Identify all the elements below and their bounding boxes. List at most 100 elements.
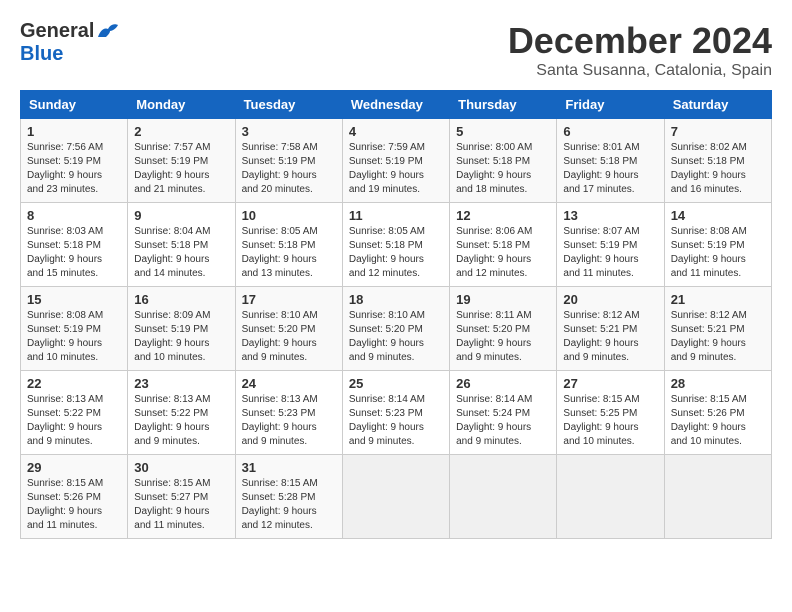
page-subtitle: Santa Susanna, Catalonia, Spain [508, 62, 772, 80]
day-number: 3 [242, 124, 336, 139]
day-number: 19 [456, 292, 550, 307]
day-number: 13 [563, 208, 657, 223]
calendar-week-4: 22 Sunrise: 8:13 AM Sunset: 5:22 PM Dayli… [21, 371, 772, 455]
title-block: December 2024 Santa Susanna, Catalonia, … [508, 20, 772, 80]
calendar-header: Sunday Monday Tuesday Wednesday Thursday… [21, 91, 772, 119]
calendar-cell-w4d6: 27Sunrise: 8:15 AM Sunset: 5:25 PM Dayli… [557, 371, 664, 455]
day-number: 30 [134, 460, 228, 475]
day-info: Sunrise: 8:04 AM Sunset: 5:18 PM Dayligh… [134, 225, 228, 281]
day-number: 11 [349, 208, 443, 223]
day-number: 1 [27, 124, 121, 139]
calendar-cell-w4d2: 23Sunrise: 8:13 AM Sunset: 5:22 PM Dayli… [128, 371, 235, 455]
page-header: General Blue December 2024 Santa Susanna… [20, 20, 772, 80]
day-info: Sunrise: 8:03 AM Sunset: 5:18 PM Dayligh… [27, 225, 121, 281]
calendar-cell-w2d7: 14 Sunrise: 8:08 AM Sunset: 5:19 PM Dayli… [664, 203, 771, 287]
day-info: Sunrise: 8:05 AM Sunset: 5:18 PM Dayligh… [349, 225, 443, 281]
calendar-cell-w3d1: 15 Sunrise: 8:08 AM Sunset: 5:19 PM Dayli… [21, 287, 128, 371]
day-number: 25 [349, 376, 443, 391]
logo-blue-text: Blue [20, 43, 118, 66]
calendar-cell-w2d6: 13 Sunrise: 8:07 AM Sunset: 5:19 PM Dayli… [557, 203, 664, 287]
day-number: 5 [456, 124, 550, 139]
calendar-cell-w4d4: 25 Sunrise: 8:14 AM Sunset: 5:23 PM Dayli… [342, 371, 449, 455]
day-info: Sunrise: 8:11 AM Sunset: 5:20 PM Dayligh… [456, 309, 550, 365]
day-number: 29 [27, 460, 121, 475]
logo-general-text: General [20, 20, 94, 43]
calendar-cell-w3d4: 18 Sunrise: 8:10 AM Sunset: 5:20 PM Dayli… [342, 287, 449, 371]
calendar-cell-w4d3: 24Sunrise: 8:13 AM Sunset: 5:23 PM Dayli… [235, 371, 342, 455]
calendar-cell-w5d5 [450, 455, 557, 539]
calendar-cell-w2d1: 8 Sunrise: 8:03 AM Sunset: 5:18 PM Daylig… [21, 203, 128, 287]
day-number: 21 [671, 292, 765, 307]
day-number: 8 [27, 208, 121, 223]
calendar-week-2: 8 Sunrise: 8:03 AM Sunset: 5:18 PM Daylig… [21, 203, 772, 287]
calendar-cell-w3d6: 20Sunrise: 8:12 AM Sunset: 5:21 PM Dayli… [557, 287, 664, 371]
day-info: Sunrise: 8:10 AM Sunset: 5:20 PM Dayligh… [349, 309, 443, 365]
day-number: 22 [27, 376, 121, 391]
day-number: 23 [134, 376, 228, 391]
day-info: Sunrise: 8:12 AM Sunset: 5:21 PM Dayligh… [563, 309, 657, 365]
calendar-cell-w1d5: 5 Sunrise: 8:00 AM Sunset: 5:18 PM Daylig… [450, 119, 557, 203]
day-number: 16 [134, 292, 228, 307]
page-title: December 2024 [508, 20, 772, 62]
day-number: 10 [242, 208, 336, 223]
calendar-cell-w2d2: 9 Sunrise: 8:04 AM Sunset: 5:18 PM Daylig… [128, 203, 235, 287]
day-number: 18 [349, 292, 443, 307]
day-number: 7 [671, 124, 765, 139]
day-info: Sunrise: 8:02 AM Sunset: 5:18 PM Dayligh… [671, 141, 765, 197]
day-number: 2 [134, 124, 228, 139]
day-number: 9 [134, 208, 228, 223]
calendar-body: 1 Sunrise: 7:56 AM Sunset: 5:19 PM Daylig… [21, 119, 772, 539]
col-friday: Friday [557, 91, 664, 119]
logo: General Blue [20, 20, 118, 66]
calendar-cell-w1d4: 4Sunrise: 7:59 AM Sunset: 5:19 PM Daylig… [342, 119, 449, 203]
calendar-cell-w5d7 [664, 455, 771, 539]
day-info: Sunrise: 8:15 AM Sunset: 5:26 PM Dayligh… [27, 477, 121, 533]
calendar-cell-w5d6 [557, 455, 664, 539]
day-info: Sunrise: 8:15 AM Sunset: 5:25 PM Dayligh… [563, 393, 657, 449]
day-info: Sunrise: 8:15 AM Sunset: 5:28 PM Dayligh… [242, 477, 336, 533]
day-info: Sunrise: 8:13 AM Sunset: 5:22 PM Dayligh… [27, 393, 121, 449]
header-row: Sunday Monday Tuesday Wednesday Thursday… [21, 91, 772, 119]
day-info: Sunrise: 8:12 AM Sunset: 5:21 PM Dayligh… [671, 309, 765, 365]
calendar-cell-w3d2: 16 Sunrise: 8:09 AM Sunset: 5:19 PM Dayli… [128, 287, 235, 371]
day-number: 15 [27, 292, 121, 307]
day-info: Sunrise: 8:14 AM Sunset: 5:24 PM Dayligh… [456, 393, 550, 449]
day-info: Sunrise: 8:08 AM Sunset: 5:19 PM Dayligh… [27, 309, 121, 365]
calendar-cell-w1d2: 2Sunrise: 7:57 AM Sunset: 5:19 PM Daylig… [128, 119, 235, 203]
col-sunday: Sunday [21, 91, 128, 119]
calendar-cell-w2d5: 12 Sunrise: 8:06 AM Sunset: 5:18 PM Dayli… [450, 203, 557, 287]
calendar-cell-w4d1: 22 Sunrise: 8:13 AM Sunset: 5:22 PM Dayli… [21, 371, 128, 455]
day-info: Sunrise: 8:08 AM Sunset: 5:19 PM Dayligh… [671, 225, 765, 281]
logo-bird-icon [96, 23, 118, 41]
day-number: 12 [456, 208, 550, 223]
day-info: Sunrise: 7:56 AM Sunset: 5:19 PM Dayligh… [27, 141, 121, 197]
calendar-cell-w3d7: 21 Sunrise: 8:12 AM Sunset: 5:21 PM Dayli… [664, 287, 771, 371]
day-info: Sunrise: 8:07 AM Sunset: 5:19 PM Dayligh… [563, 225, 657, 281]
col-thursday: Thursday [450, 91, 557, 119]
day-info: Sunrise: 8:15 AM Sunset: 5:27 PM Dayligh… [134, 477, 228, 533]
calendar-week-1: 1 Sunrise: 7:56 AM Sunset: 5:19 PM Daylig… [21, 119, 772, 203]
day-info: Sunrise: 8:00 AM Sunset: 5:18 PM Dayligh… [456, 141, 550, 197]
day-number: 14 [671, 208, 765, 223]
day-number: 6 [563, 124, 657, 139]
logo-name: General Blue [20, 20, 118, 66]
calendar-cell-w2d4: 11 Sunrise: 8:05 AM Sunset: 5:18 PM Dayli… [342, 203, 449, 287]
day-info: Sunrise: 8:01 AM Sunset: 5:18 PM Dayligh… [563, 141, 657, 197]
day-info: Sunrise: 8:09 AM Sunset: 5:19 PM Dayligh… [134, 309, 228, 365]
day-number: 31 [242, 460, 336, 475]
calendar-week-5: 29 Sunrise: 8:15 AM Sunset: 5:26 PM Dayli… [21, 455, 772, 539]
day-info: Sunrise: 8:10 AM Sunset: 5:20 PM Dayligh… [242, 309, 336, 365]
calendar-cell-w1d3: 3Sunrise: 7:58 AM Sunset: 5:19 PM Daylig… [235, 119, 342, 203]
day-info: Sunrise: 8:06 AM Sunset: 5:18 PM Dayligh… [456, 225, 550, 281]
day-info: Sunrise: 8:14 AM Sunset: 5:23 PM Dayligh… [349, 393, 443, 449]
calendar-cell-w5d2: 30 Sunrise: 8:15 AM Sunset: 5:27 PM Dayli… [128, 455, 235, 539]
calendar-cell-w4d5: 26Sunrise: 8:14 AM Sunset: 5:24 PM Dayli… [450, 371, 557, 455]
calendar-cell-w3d3: 17Sunrise: 8:10 AM Sunset: 5:20 PM Dayli… [235, 287, 342, 371]
calendar-cell-w1d1: 1 Sunrise: 7:56 AM Sunset: 5:19 PM Daylig… [21, 119, 128, 203]
calendar-cell-w5d1: 29 Sunrise: 8:15 AM Sunset: 5:26 PM Dayli… [21, 455, 128, 539]
calendar-cell-w3d5: 19 Sunrise: 8:11 AM Sunset: 5:20 PM Dayli… [450, 287, 557, 371]
calendar-cell-w1d7: 7 Sunrise: 8:02 AM Sunset: 5:18 PM Daylig… [664, 119, 771, 203]
col-saturday: Saturday [664, 91, 771, 119]
day-info: Sunrise: 8:15 AM Sunset: 5:26 PM Dayligh… [671, 393, 765, 449]
calendar-cell-w5d3: 31 Sunrise: 8:15 AM Sunset: 5:28 PM Dayli… [235, 455, 342, 539]
